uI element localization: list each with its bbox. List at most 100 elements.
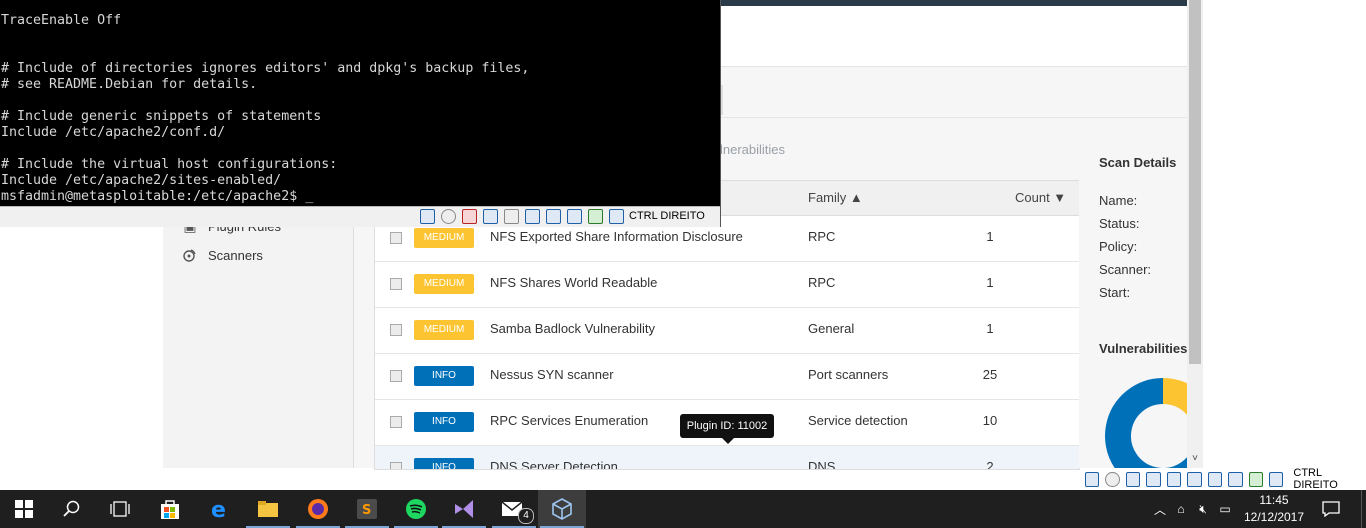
- severity-badge: INFO: [414, 412, 474, 432]
- tab-vulnerabilities[interactable]: lnerabilities: [720, 142, 785, 157]
- network-tray-icon[interactable]: ⌂: [1170, 502, 1192, 516]
- virtualbox-icon: [552, 498, 572, 520]
- table-row[interactable]: INFO Nessus SYN scanner Port scanners 25: [375, 354, 1079, 400]
- usb-icon[interactable]: [567, 209, 582, 224]
- search-icon: [63, 500, 80, 517]
- firefox-icon: [308, 499, 328, 519]
- scanners-icon: [181, 246, 199, 264]
- visual-studio-icon: [455, 500, 473, 518]
- detail-label-scanner: Scanner:: [1099, 262, 1152, 277]
- sublime-icon: S: [357, 499, 377, 519]
- nessus-header: [720, 6, 1187, 67]
- terminal-output[interactable]: TraceEnable Off # Include of directories…: [1, 13, 529, 205]
- scan-details-panel: Scan Details Name: Status: Policy: Scann…: [1079, 140, 1187, 468]
- start-icon: [15, 500, 33, 518]
- system-tray: ︿ ⌂ 🔇︎ ▭: [1150, 490, 1236, 528]
- cpu-icon[interactable]: [1248, 471, 1263, 487]
- svg-text:e: e: [211, 498, 226, 520]
- optical-drive-icon[interactable]: [1105, 471, 1120, 487]
- plugin-name[interactable]: Nessus SYN scanner: [490, 367, 614, 382]
- hard-disk-icon[interactable]: [420, 209, 435, 224]
- detail-label-start: Start:: [1099, 285, 1131, 300]
- store-app[interactable]: [146, 490, 194, 528]
- plugin-count: 10: [982, 413, 998, 428]
- plugin-family: RPC: [808, 275, 836, 290]
- mail-app[interactable]: 4: [490, 490, 538, 528]
- row-checkbox[interactable]: [390, 232, 402, 244]
- video-capture-icon[interactable]: [1228, 471, 1243, 487]
- column-header-count[interactable]: Count ▼: [1015, 190, 1066, 205]
- show-desktop-button[interactable]: [1361, 490, 1366, 528]
- host-key-label: CTRL DIREITO: [1293, 467, 1338, 491]
- store-icon: [161, 500, 179, 519]
- column-header-family[interactable]: Family ▲: [808, 190, 863, 205]
- optical-drive-icon[interactable]: [441, 209, 456, 224]
- sidebar-item-scanners[interactable]: Scanners: [181, 244, 263, 266]
- plugin-name[interactable]: NFS Exported Share Information Disclosur…: [490, 229, 743, 244]
- show-hidden-icons-icon[interactable]: ︿: [1150, 501, 1170, 518]
- row-checkbox[interactable]: [390, 416, 402, 428]
- usb-icon[interactable]: [1166, 471, 1182, 487]
- row-checkbox[interactable]: [390, 462, 402, 469]
- severity-badge: INFO: [414, 366, 474, 386]
- cpu-icon[interactable]: [588, 209, 603, 224]
- plugin-family: RPC: [808, 229, 836, 244]
- file-explorer-app[interactable]: [244, 490, 292, 528]
- mail-badge: 4: [518, 508, 534, 524]
- severity-badge: INFO: [414, 458, 474, 469]
- svg-text:S: S: [362, 503, 371, 518]
- plugin-count: 25: [982, 367, 998, 382]
- audio-icon[interactable]: [462, 209, 477, 224]
- mouse-integration-icon[interactable]: [609, 209, 624, 224]
- display-icon[interactable]: [525, 209, 540, 224]
- scan-details-title: Scan Details: [1099, 155, 1177, 170]
- file-explorer-icon: [258, 501, 278, 517]
- plugin-family: Service detection: [808, 413, 908, 428]
- display-icon[interactable]: [1207, 471, 1223, 487]
- edge-app[interactable]: e: [196, 490, 244, 528]
- severity-badge: MEDIUM: [414, 274, 474, 294]
- sublime-app[interactable]: S: [343, 490, 391, 528]
- firefox-app[interactable]: [294, 490, 342, 528]
- plugin-name[interactable]: Samba Badlock Vulnerability: [490, 321, 655, 336]
- scroll-down-arrow-icon[interactable]: ˅: [1189, 453, 1201, 465]
- network-icon[interactable]: [1146, 471, 1161, 487]
- shared-folders-icon[interactable]: [1187, 471, 1202, 487]
- row-checkbox[interactable]: [390, 370, 402, 382]
- volume-muted-icon[interactable]: 🔇︎: [1192, 502, 1214, 517]
- scan-toolbar: [720, 67, 1187, 118]
- monitor-tray-icon[interactable]: ▭: [1214, 502, 1236, 516]
- virtualbox-app[interactable]: [538, 490, 586, 528]
- table-row[interactable]: MEDIUM Samba Badlock Vulnerability Gener…: [375, 308, 1079, 354]
- hard-disk-icon[interactable]: [1085, 471, 1100, 487]
- plugin-family: DNS: [808, 459, 836, 470]
- network-icon[interactable]: [483, 209, 498, 224]
- task-view-icon: [110, 501, 130, 517]
- scrollbar-thumb[interactable]: [1189, 0, 1201, 364]
- vulnerabilities-title: Vulnerabilities: [1099, 341, 1187, 356]
- row-checkbox[interactable]: [390, 324, 402, 336]
- table-row[interactable]: MEDIUM NFS Shares World Readable RPC 1: [375, 262, 1079, 308]
- plugin-name[interactable]: NFS Shares World Readable: [490, 275, 657, 290]
- search-button[interactable]: [48, 490, 96, 528]
- vulnerabilities-donut-chart: [1105, 378, 1187, 468]
- audio-icon[interactable]: [1125, 471, 1141, 487]
- plugin-name[interactable]: DNS Server Detection: [490, 459, 618, 469]
- task-view-button[interactable]: [96, 490, 144, 528]
- action-center-icon: [1322, 501, 1340, 517]
- shared-folders-icon[interactable]: [504, 209, 519, 224]
- action-center-button[interactable]: [1322, 490, 1340, 528]
- vm-console-window[interactable]: TraceEnable Off # Include of directories…: [0, 0, 721, 227]
- plugin-name[interactable]: RPC Services Enumeration: [490, 413, 648, 428]
- clock-date: 12/12/2017: [1243, 510, 1305, 524]
- plugin-family: Port scanners: [808, 367, 889, 382]
- mouse-integration-icon[interactable]: [1268, 471, 1284, 487]
- video-capture-icon[interactable]: [546, 209, 561, 224]
- host-virtualbox-status-bar: CTRL DIREITO: [1085, 467, 1366, 491]
- visual-studio-app[interactable]: [440, 490, 488, 528]
- plugin-family: General: [808, 321, 855, 336]
- row-checkbox[interactable]: [390, 278, 402, 290]
- spotify-app[interactable]: [392, 490, 440, 528]
- taskbar-clock[interactable]: 11:45 12/12/2017: [1238, 492, 1310, 526]
- start-button[interactable]: [0, 490, 48, 528]
